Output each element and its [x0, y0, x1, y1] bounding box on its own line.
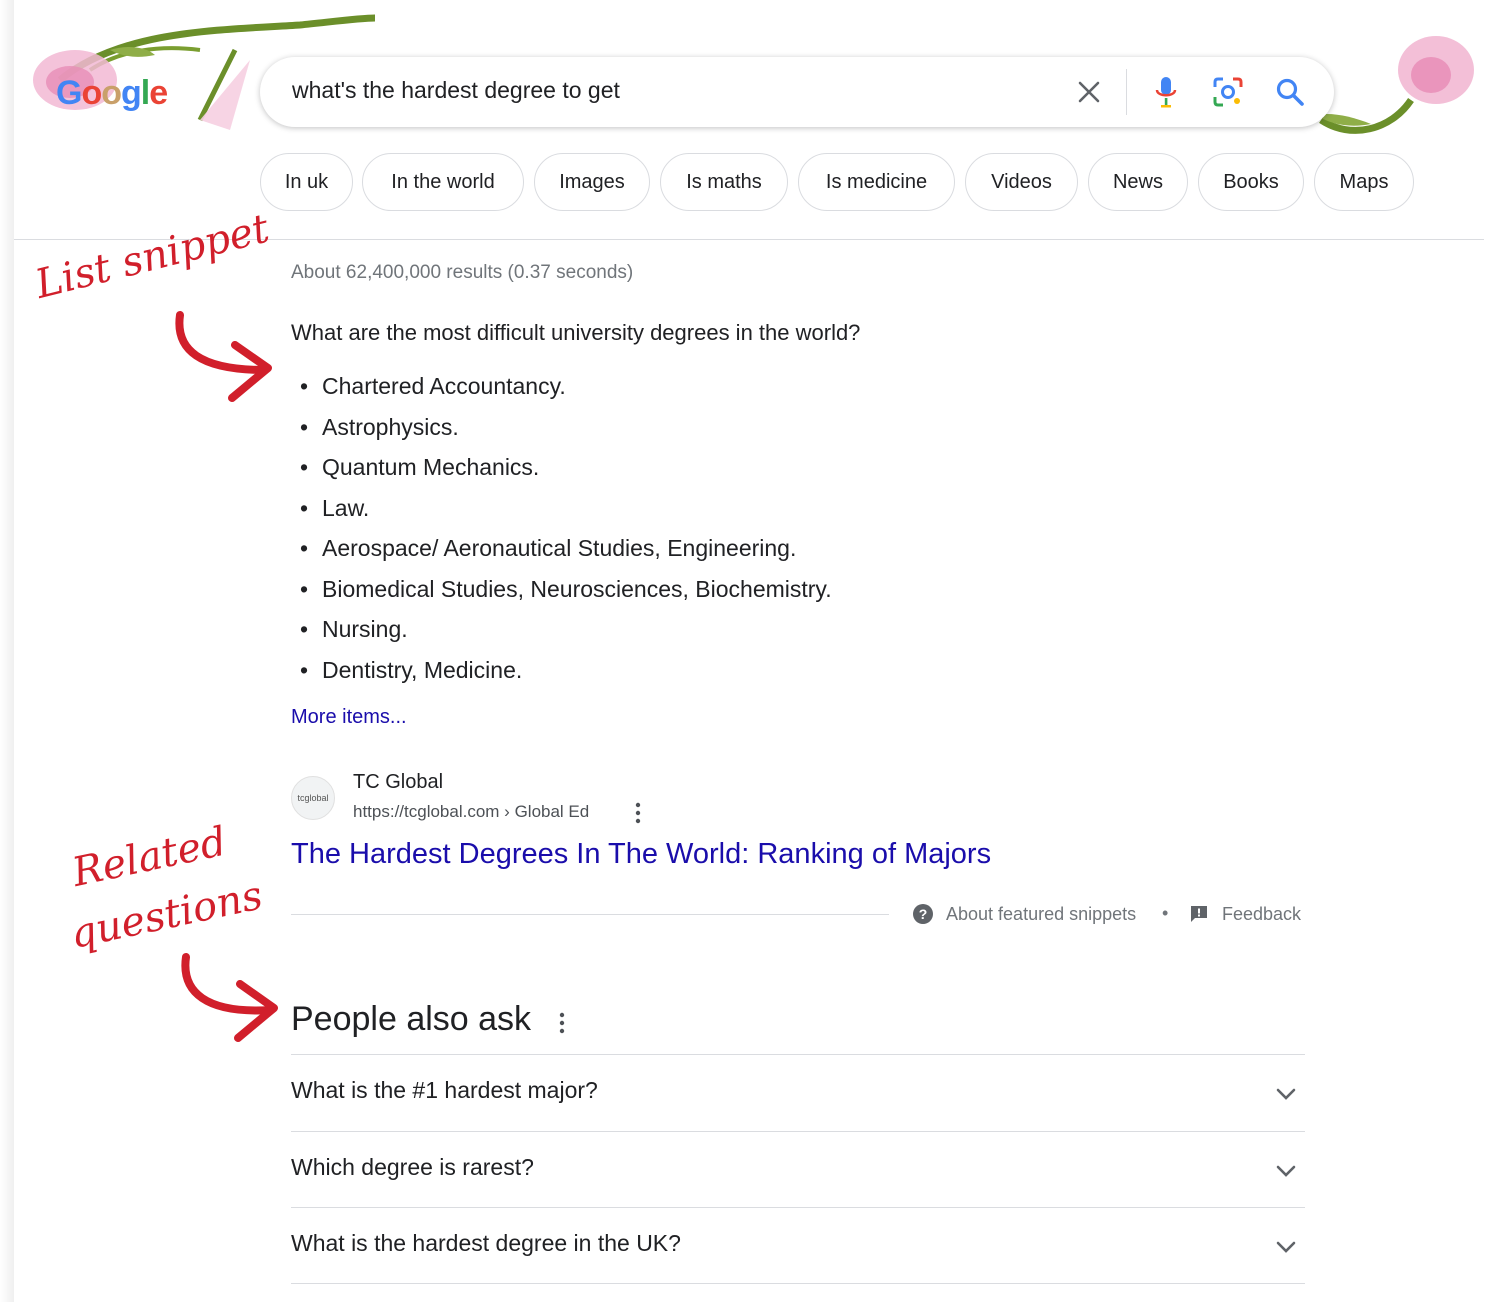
chip-books[interactable]: Books: [1198, 153, 1304, 211]
snippet-footer-divider: [291, 914, 889, 915]
search-icon[interactable]: [1273, 75, 1307, 109]
featured-snippet-question: What are the most difficult university d…: [291, 320, 861, 345]
list-item: Chartered Accountancy.: [300, 366, 832, 407]
feedback-label: Feedback: [1222, 903, 1302, 924]
favicon-text: tcglobal: [297, 793, 329, 803]
paa-question-item[interactable]: What is the hardest degree in the UK?: [291, 1208, 1305, 1284]
chip-videos[interactable]: Videos: [965, 153, 1078, 211]
feedback-link[interactable]: Feedback: [1188, 903, 1301, 925]
list-item: Astrophysics.: [300, 407, 832, 448]
help-icon: ?: [913, 904, 933, 924]
list-item: Biomedical Studies, Neurosciences, Bioch…: [300, 569, 832, 610]
more-options-icon[interactable]: [628, 800, 648, 826]
footer-separator: •: [1162, 903, 1169, 923]
paa-question-text: Which degree is rarest?: [291, 1154, 534, 1180]
paa-question-item[interactable]: What is the #1 hardest major?: [291, 1055, 1305, 1131]
result-title-link[interactable]: The Hardest Degrees In The World: Rankin…: [291, 838, 991, 871]
paa-question-text: What is the #1 hardest major?: [291, 1077, 598, 1103]
search-input[interactable]: what's the hardest degree to get: [292, 77, 620, 104]
paa-question-text: What is the hardest degree in the UK?: [291, 1230, 681, 1256]
chip-images[interactable]: Images: [534, 153, 650, 211]
site-url[interactable]: https://tcglobal.com › Global Ed: [353, 802, 589, 822]
chip-is-medicine[interactable]: Is medicine: [798, 153, 955, 211]
list-item: Nursing.: [300, 609, 832, 650]
paa-divider: [291, 1283, 1305, 1284]
site-name[interactable]: TC Global: [353, 771, 443, 794]
paa-question-item[interactable]: Which degree is rarest?: [291, 1132, 1305, 1208]
annotation-list-snippet: List snippet: [30, 205, 274, 308]
list-item: Quantum Mechanics.: [300, 447, 832, 488]
annotation-arrow-icon: [181, 953, 278, 1042]
google-logo[interactable]: Google: [56, 70, 186, 126]
chip-maps[interactable]: Maps: [1314, 153, 1414, 211]
page-edge-shadow: [0, 0, 14, 1302]
about-featured-snippets-label: About featured snippets: [946, 903, 1137, 924]
featured-snippet-list: Chartered Accountancy. Astrophysics. Qua…: [300, 366, 832, 690]
paa-more-options-icon[interactable]: [552, 1010, 572, 1036]
feedback-icon: [1191, 906, 1207, 922]
search-bar[interactable]: what's the hardest degree to get: [260, 57, 1334, 127]
chevron-down-icon: [1273, 1158, 1299, 1184]
people-also-ask-title: People also ask: [291, 1000, 532, 1038]
list-item: Aerospace/ Aeronautical Studies, Enginee…: [300, 528, 832, 569]
more-items-link[interactable]: More items...: [291, 706, 407, 729]
site-favicon[interactable]: tcglobal: [291, 776, 335, 820]
chip-in-uk[interactable]: In uk: [260, 153, 353, 211]
list-item: Dentistry, Medicine.: [300, 650, 832, 691]
result-stats: About 62,400,000 results (0.37 seconds): [291, 262, 634, 283]
clear-icon[interactable]: [1072, 75, 1106, 109]
svg-text:?: ?: [919, 906, 928, 922]
chip-in-the-world[interactable]: In the world: [362, 153, 524, 211]
chip-is-maths[interactable]: Is maths: [660, 153, 788, 211]
list-item: Law.: [300, 488, 832, 529]
camera-lens-icon[interactable]: [1211, 75, 1245, 109]
chip-news[interactable]: News: [1088, 153, 1188, 211]
annotation-arrow-icon: [175, 311, 272, 402]
chevron-down-icon: [1273, 1234, 1299, 1260]
about-featured-snippets-link[interactable]: ? About featured snippets: [912, 903, 1136, 925]
chevron-down-icon: [1273, 1081, 1299, 1107]
search-divider: [1126, 69, 1127, 115]
microphone-icon[interactable]: [1149, 75, 1183, 109]
google-logo-text: Google: [56, 74, 168, 112]
